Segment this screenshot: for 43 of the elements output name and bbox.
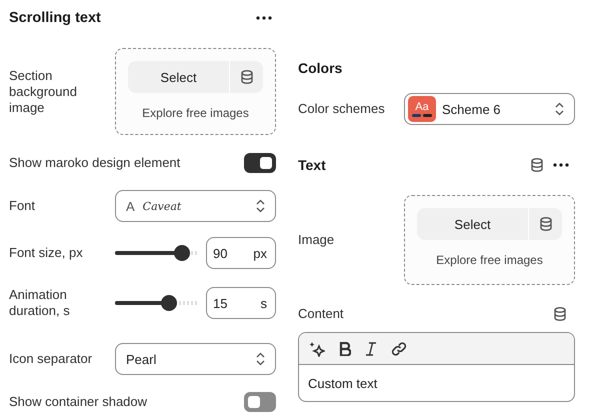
bold-icon[interactable] <box>339 342 351 356</box>
chevron-updown-icon[interactable] <box>555 102 564 116</box>
number-field[interactable]: 90 px <box>206 237 276 269</box>
section-title: Text <box>298 157 326 173</box>
more-icon[interactable] <box>553 163 569 167</box>
sparkle-icon[interactable] <box>309 340 325 356</box>
scheme-select[interactable]: Aa Scheme 6 <box>404 93 575 125</box>
database-icon[interactable] <box>240 70 252 84</box>
text-editor-field[interactable]: Custom text <box>299 365 574 401</box>
panel-title: Scrolling text <box>9 10 101 26</box>
font-glyph: A <box>126 198 135 214</box>
font-value: Caveat <box>142 200 182 212</box>
font-select[interactable]: A Caveat <box>115 190 276 222</box>
chevron-updown-icon[interactable] <box>256 199 265 213</box>
setting-label: Icon separator <box>9 351 94 367</box>
dynamic-source-icon[interactable] <box>531 158 543 172</box>
slider-thumb[interactable] <box>174 245 190 261</box>
slider-thumb[interactable] <box>161 295 178 311</box>
setting-label: Content <box>298 306 345 322</box>
toggle-switch[interactable] <box>244 153 276 173</box>
explore-link[interactable]: Explore free images <box>142 106 249 120</box>
number-field[interactable]: 15 s <box>206 287 276 319</box>
setting-label: Color schemes <box>298 101 386 117</box>
link-icon[interactable] <box>391 340 407 356</box>
select-value: Scheme 6 <box>442 102 501 116</box>
setting-label: Font <box>9 198 36 214</box>
setting-label: Show maroko design element <box>9 155 180 171</box>
select-value: Pearl <box>126 352 156 366</box>
scheme-swatch: Aa <box>408 96 436 122</box>
setting-label: Section background image <box>9 68 78 116</box>
dynamic-source-icon[interactable] <box>554 307 566 321</box>
setting-label: Font size, px <box>9 245 84 261</box>
database-icon[interactable] <box>540 217 552 231</box>
setting-label: Image <box>298 232 336 248</box>
explore-link[interactable]: Explore free images <box>436 253 543 267</box>
chevron-updown-icon[interactable] <box>256 352 265 366</box>
section-title: Colors <box>298 60 342 76</box>
italic-icon[interactable] <box>365 342 377 356</box>
toggle-switch[interactable] <box>244 392 276 412</box>
setting-label: Show container shadow <box>9 394 148 410</box>
dropdown-select[interactable]: Pearl <box>115 343 276 375</box>
setting-label: Animation duration, s <box>9 287 71 319</box>
more-icon[interactable] <box>256 16 272 20</box>
